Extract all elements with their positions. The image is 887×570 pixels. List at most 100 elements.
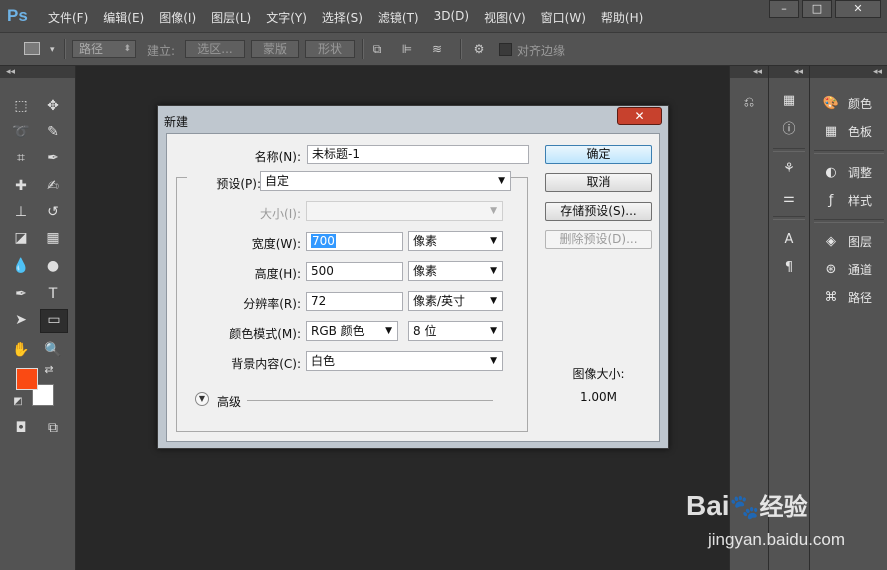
path-mode-select[interactable]: 路径 ⬍ xyxy=(72,40,136,58)
info-icon[interactable]: ⓘ xyxy=(779,121,799,139)
rectangle-tool-icon[interactable]: ▭ xyxy=(40,309,68,333)
menu-edit[interactable]: 编辑(E) xyxy=(103,9,144,26)
quick-mask-icon[interactable]: ◘ xyxy=(10,418,32,438)
swatches-panel-tab[interactable]: ▦ 色板 xyxy=(820,122,872,140)
menu-file[interactable]: 文件(F) xyxy=(48,9,88,26)
swatches-grid-icon: ▦ xyxy=(824,123,838,139)
brush-tool-icon[interactable]: ✍ xyxy=(42,176,64,196)
dialog-body: 名称(N): 未标题-1 预设(P): 自定 ▼ 大小(I): ▼ 宽度(W):… xyxy=(166,133,660,442)
menu-image[interactable]: 图像(I) xyxy=(159,9,196,26)
advanced-expand-icon[interactable]: ▼ xyxy=(195,392,209,406)
eyedropper-tool-icon[interactable]: ✒ xyxy=(42,148,64,168)
lasso-tool-icon[interactable]: ➰ xyxy=(10,122,32,142)
foreground-color-swatch[interactable] xyxy=(16,368,38,390)
close-window-button[interactable]: ✕ xyxy=(835,0,881,18)
width-input[interactable]: 700 xyxy=(306,232,403,251)
menu-window[interactable]: 窗口(W) xyxy=(541,9,586,26)
advanced-label[interactable]: 高级 xyxy=(217,393,241,410)
clone-stamp-tool-icon[interactable]: ⊥ xyxy=(10,202,32,222)
dialog-close-button[interactable]: ✕ xyxy=(617,107,662,125)
collapse-arrows-icon[interactable]: ◂◂ xyxy=(730,66,768,78)
marquee-tool-icon[interactable]: ⬚ xyxy=(10,96,32,116)
resolution-unit-select[interactable]: 像素/英寸 ▼ xyxy=(408,291,503,311)
save-preset-button[interactable]: 存储预设(S)... xyxy=(545,202,652,221)
collapse-arrows-icon[interactable]: ◂◂ xyxy=(810,66,887,78)
path-selection-tool-icon[interactable]: ➤ xyxy=(10,310,32,330)
screen-mode-icon[interactable]: ⧉ xyxy=(42,418,64,438)
make-label: 建立: xyxy=(147,44,176,58)
healing-brush-tool-icon[interactable]: ✚ xyxy=(10,176,32,196)
make-shape-button[interactable]: 形状 xyxy=(305,40,355,58)
menu-layer[interactable]: 图层(L) xyxy=(211,9,251,26)
cancel-button[interactable]: 取消 xyxy=(545,173,652,192)
channels-panel-label: 通道 xyxy=(848,262,873,277)
channels-panel-tab[interactable]: ⊛ 通道 xyxy=(820,260,872,278)
layers-panel-tab[interactable]: ◈ 图层 xyxy=(820,232,872,250)
history-panel-icon[interactable]: ⎌ xyxy=(739,94,759,112)
size-select[interactable]: ▼ xyxy=(306,201,503,221)
menu-view[interactable]: 视图(V) xyxy=(484,9,526,26)
tool-preset-caret-icon[interactable]: ▾ xyxy=(50,45,55,55)
minimize-button[interactable]: – xyxy=(769,0,799,18)
watermark-brand: Bai xyxy=(686,490,730,521)
delete-preset-button[interactable]: 删除预设(D)... xyxy=(545,230,652,249)
height-input[interactable]: 500 xyxy=(306,262,403,281)
zoom-tool-icon[interactable]: 🔍 xyxy=(42,340,64,360)
make-mask-button[interactable]: 蒙版 xyxy=(251,40,299,58)
tools-panel: ◂◂ ⬚ ✥ ➰ ✎ ⌗ ✒ ✚ ✍ ⊥ ↺ ◪ ▦ 💧 ● ✒ T ➤ ▭ ✋… xyxy=(0,66,76,570)
swap-colors-icon[interactable]: ⇄ xyxy=(40,362,58,378)
path-arrangement-icon[interactable]: ≋ xyxy=(429,42,445,56)
preset-select[interactable]: 自定 ▼ xyxy=(260,171,511,191)
align-edges-label: 对齐边缘 xyxy=(517,44,566,58)
hand-tool-icon[interactable]: ✋ xyxy=(10,340,32,360)
background-contents-value: 白色 xyxy=(311,354,336,368)
crop-tool-icon[interactable]: ⌗ xyxy=(10,148,32,168)
rectangle-shape-icon[interactable] xyxy=(24,42,40,55)
brush-presets-icon[interactable]: ⚘ xyxy=(779,160,799,178)
styles-panel-tab[interactable]: ƒ 样式 xyxy=(820,191,872,209)
gradient-tool-icon[interactable]: ▦ xyxy=(42,228,64,248)
info-grid-icon[interactable]: ▦ xyxy=(779,92,799,110)
move-tool-icon[interactable]: ✥ xyxy=(42,96,64,116)
pen-tool-icon[interactable]: ✒ xyxy=(10,284,32,304)
default-colors-icon[interactable]: ◩ xyxy=(10,394,26,410)
height-unit-select[interactable]: 像素 ▼ xyxy=(408,261,503,281)
brush-settings-icon[interactable]: ⚌ xyxy=(779,190,799,208)
menu-help[interactable]: 帮助(H) xyxy=(601,9,643,26)
new-document-dialog: 新建 ✕ 名称(N): 未标题-1 预设(P): 自定 ▼ 大小(I): ▼ 宽… xyxy=(157,105,669,449)
paths-panel-tab[interactable]: ⌘ 路径 xyxy=(820,288,873,306)
collapse-arrows-icon[interactable]: ◂◂ xyxy=(769,66,809,78)
path-operations-icon[interactable]: ⧉ xyxy=(369,42,385,56)
menu-type[interactable]: 文字(Y) xyxy=(266,9,307,26)
dodge-tool-icon[interactable]: ● xyxy=(42,256,64,276)
color-mode-select[interactable]: RGB 颜色 ▼ xyxy=(306,321,398,341)
paragraph-panel-icon[interactable]: ¶ xyxy=(779,259,799,277)
path-alignment-icon[interactable]: ⊫ xyxy=(399,42,415,56)
size-label: 大小(I): xyxy=(260,207,301,221)
width-unit-select[interactable]: 像素 ▼ xyxy=(408,231,503,251)
resolution-input[interactable]: 72 xyxy=(306,292,403,311)
restore-button[interactable]: □ xyxy=(802,0,832,18)
align-edges-checkbox[interactable] xyxy=(499,43,512,56)
collapse-arrows-icon[interactable]: ◂◂ xyxy=(0,66,75,78)
eraser-tool-icon[interactable]: ◪ xyxy=(10,228,32,248)
character-panel-icon[interactable]: A xyxy=(779,231,799,249)
adjustments-panel-tab[interactable]: ◐ 调整 xyxy=(820,163,872,181)
name-input[interactable]: 未标题-1 xyxy=(307,145,529,164)
color-panel-tab[interactable]: 🎨 颜色 xyxy=(820,94,872,112)
type-tool-icon[interactable]: T xyxy=(42,284,64,304)
history-brush-tool-icon[interactable]: ↺ xyxy=(42,202,64,222)
height-unit-value: 像素 xyxy=(413,264,438,278)
quick-select-tool-icon[interactable]: ✎ xyxy=(42,122,64,142)
menu-3d[interactable]: 3D(D) xyxy=(434,9,469,26)
bit-depth-select[interactable]: 8 位 ▼ xyxy=(408,321,503,341)
layers-icon: ◈ xyxy=(826,233,836,249)
gear-icon[interactable]: ⚙ xyxy=(471,42,487,56)
menu-filter[interactable]: 滤镜(T) xyxy=(378,9,419,26)
blur-tool-icon[interactable]: 💧 xyxy=(10,256,32,276)
make-selection-button[interactable]: 选区... xyxy=(185,40,245,58)
menu-select[interactable]: 选择(S) xyxy=(322,9,363,26)
photoshop-logo: Ps xyxy=(7,6,28,25)
background-contents-select[interactable]: 白色 ▼ xyxy=(306,351,503,371)
ok-button[interactable]: 确定 xyxy=(545,145,652,164)
